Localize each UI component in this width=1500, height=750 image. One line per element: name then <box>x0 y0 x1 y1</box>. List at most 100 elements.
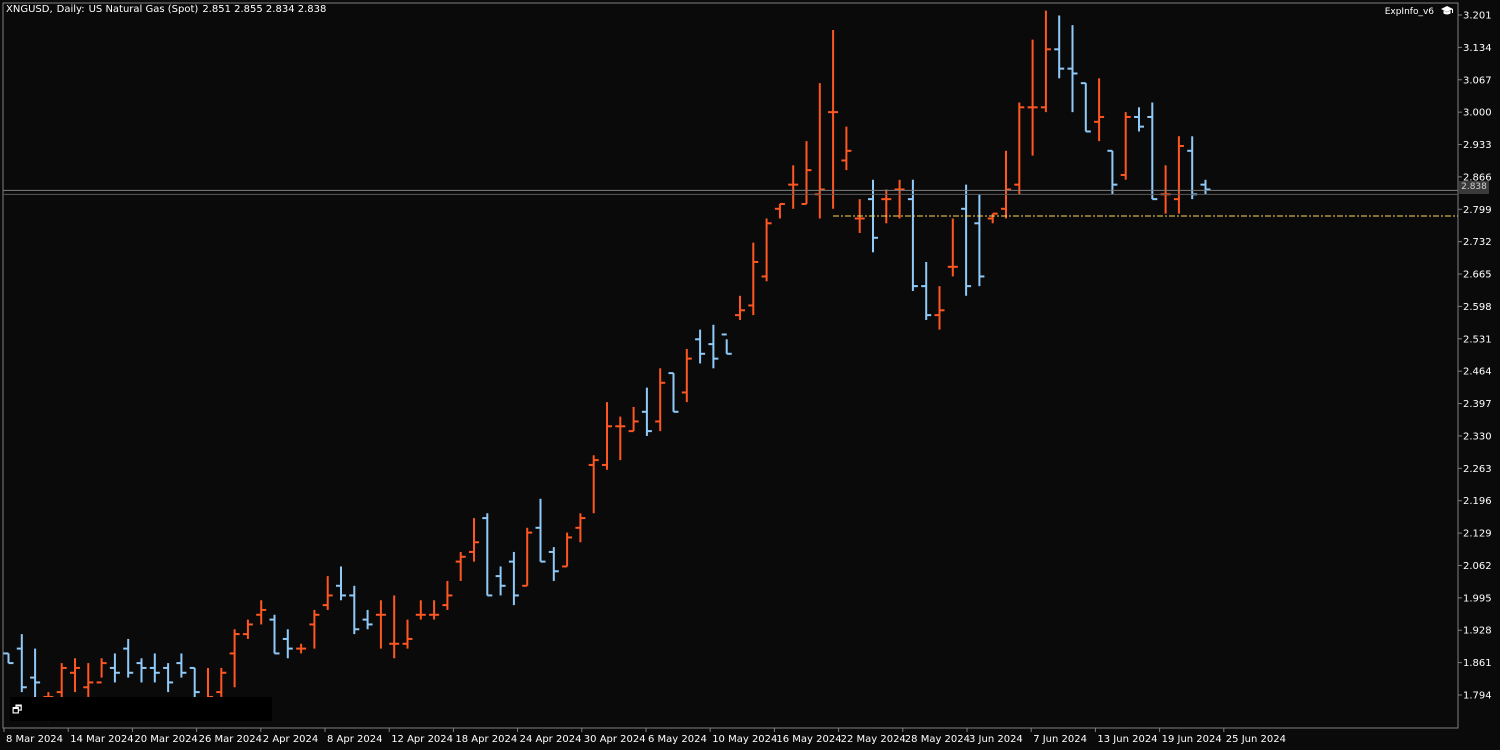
ohlc-bar <box>641 387 652 436</box>
ohlc-bar <box>921 261 932 320</box>
ohlc-bar <box>748 242 759 316</box>
ohlc-bar <box>336 566 346 601</box>
ohlc-bar <box>1173 136 1184 214</box>
y-tick-label: 2.799 <box>1463 205 1492 216</box>
ohlc-bar <box>83 663 94 697</box>
y-tick-label: 2.598 <box>1463 302 1492 313</box>
ohlc-bar <box>229 629 240 688</box>
ohlc-bar <box>402 619 413 649</box>
x-tick-label: 19 Jun 2024 <box>1162 734 1222 745</box>
y-tick-label: 3.067 <box>1463 75 1492 86</box>
y-tick-label: 1.861 <box>1463 658 1492 669</box>
ohlc-bar <box>522 527 533 587</box>
ohlc-bar <box>655 368 666 432</box>
y-tick-label: 2.129 <box>1463 529 1492 540</box>
ohlc-bar <box>1027 39 1038 156</box>
x-tick-label: 10 May 2024 <box>712 734 777 745</box>
x-tick-label: 16 May 2024 <box>776 734 841 745</box>
y-tick-label: 2.665 <box>1463 270 1492 281</box>
ohlc-bar <box>309 609 320 649</box>
x-tick-label: 6 May 2024 <box>648 734 707 745</box>
x-tick-label: 24 Apr 2024 <box>520 734 582 745</box>
ohlc-bar <box>814 83 825 219</box>
ohlc-bar <box>1040 10 1051 113</box>
ohlc-bar <box>96 658 107 684</box>
ohlc-bar <box>828 29 839 209</box>
ohlc-bar <box>163 663 174 693</box>
ohlc-bar <box>469 518 479 562</box>
ohlc-bar <box>721 333 732 355</box>
ohlc-bar <box>149 653 160 683</box>
x-tick-label: 25 Jun 2024 <box>1226 734 1286 745</box>
x-tick-label: 12 Apr 2024 <box>391 734 453 745</box>
ohlc-bar <box>269 614 280 655</box>
ohlc-bar <box>429 600 440 620</box>
y-tick-label: 2.531 <box>1463 334 1492 345</box>
y-tick-label: 1.794 <box>1463 691 1492 702</box>
ohlc-bar <box>987 212 998 224</box>
x-tick-label: 3 Jun 2024 <box>969 734 1023 745</box>
mini-panel <box>10 697 272 721</box>
ohlc-bar <box>695 329 706 364</box>
ohlc-bar <box>1147 102 1158 201</box>
ohlc-bar <box>136 658 147 683</box>
ohlc-bar <box>562 532 573 568</box>
ohlc-bar <box>788 165 799 209</box>
y-tick-label: 2.196 <box>1463 496 1492 507</box>
x-tick-label: 14 Mar 2024 <box>70 734 133 745</box>
ohlc-bar <box>841 126 852 171</box>
ohlc-bar <box>1187 136 1198 200</box>
y-tick-label: 2.464 <box>1463 367 1492 378</box>
timeframe-label: Daily: <box>56 4 85 15</box>
y-tick-label: 3.201 <box>1463 11 1492 22</box>
ohlc-bar <box>708 324 719 369</box>
x-tick-label: 8 Apr 2024 <box>327 734 382 745</box>
ohlc-readout: 2.851 2.855 2.834 2.838 <box>202 4 327 15</box>
y-tick-label: 1.995 <box>1463 593 1492 604</box>
ohlc-bar <box>588 455 599 514</box>
ohlc-bar <box>1014 102 1025 195</box>
ohlc-bar <box>1160 165 1171 214</box>
plot-frame <box>2 2 1459 729</box>
ohlc-bar <box>70 658 80 693</box>
x-tick-label: 13 Jun 2024 <box>1097 734 1157 745</box>
graduation-cap-icon[interactable] <box>1440 5 1454 17</box>
y-tick-label: 2.397 <box>1463 399 1492 410</box>
x-tick-label: 8 Mar 2024 <box>6 734 63 745</box>
x-tick-label: 18 Apr 2024 <box>455 734 517 745</box>
ohlc-bar <box>761 218 772 282</box>
ohlc-bar <box>1200 179 1211 195</box>
window-restore-icon[interactable]: 🗗 <box>12 703 26 717</box>
ohlc-bar <box>296 643 307 654</box>
ohlc-bar <box>322 576 333 610</box>
ohlc-bar <box>482 513 493 597</box>
ohlc-bar <box>1080 82 1091 133</box>
ohlc-bar <box>1134 107 1144 132</box>
ohlc-bar <box>735 295 745 320</box>
ohlc-bar <box>495 566 506 596</box>
ohlc-bar <box>282 629 293 659</box>
x-tick-label: 7 Jun 2024 <box>1033 734 1087 745</box>
ohlc-bar <box>602 402 612 470</box>
ohlc-bar <box>455 551 466 581</box>
y-tick-label: 2.263 <box>1463 464 1492 475</box>
ohlc-bar <box>349 585 360 635</box>
ohlc-bar <box>668 372 679 413</box>
ohlc-bar <box>681 348 692 403</box>
y-tick-label: 2.933 <box>1463 140 1492 151</box>
ohlc-chart[interactable]: 3.2013.1343.0673.0002.9332.8662.7992.732… <box>0 0 1500 750</box>
x-tick-label: 2 Apr 2024 <box>263 734 318 745</box>
ohlc-bar <box>56 663 67 702</box>
indicator-label: ExpInfo_v6 <box>1384 7 1434 17</box>
ohlc-bar <box>415 600 426 620</box>
ohlc-bar <box>442 580 453 610</box>
ohlc-bar <box>242 619 253 639</box>
current-price-tag: 2.838 <box>1459 181 1489 194</box>
ohlc-bar <box>389 595 400 659</box>
ohlc-bar <box>774 202 785 219</box>
instrument-description: US Natural Gas (Spot) <box>88 4 199 15</box>
y-tick-label: 2.330 <box>1463 431 1492 442</box>
y-tick-label: 3.134 <box>1463 43 1492 54</box>
chart-title: XNGUSD, Daily: US Natural Gas (Spot) 2.851 … <box>6 4 330 15</box>
ohlc-bar <box>1067 25 1078 113</box>
